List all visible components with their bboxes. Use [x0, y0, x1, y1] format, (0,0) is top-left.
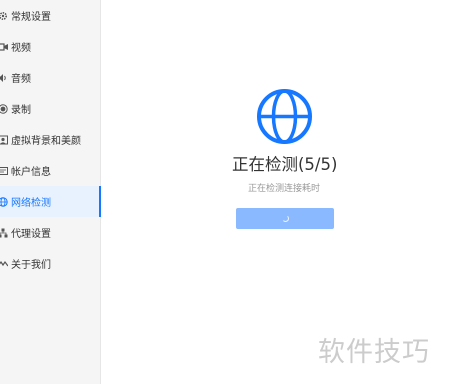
- sidebar-item-proxy[interactable]: 代理设置: [0, 217, 101, 248]
- settings-sidebar: 常规设置 视频 音频 录制 虚拟背景和美颜 帐户信息 网络检测 代理设置 关于我…: [0, 0, 101, 384]
- sidebar-item-label: 视频: [11, 43, 31, 54]
- loading-spinner-icon: [281, 215, 289, 222]
- sidebar-item-label: 虚拟背景和美颜: [11, 136, 81, 147]
- sidebar-item-label: 代理设置: [11, 229, 51, 240]
- sidebar-item-label: 录制: [11, 105, 31, 116]
- sidebar-item-record[interactable]: 录制: [0, 93, 101, 124]
- sidebar-item-network-check[interactable]: 网络检测: [0, 186, 101, 217]
- page-title: 正在检测(5/5): [232, 155, 338, 174]
- globe-icon: [0, 196, 8, 207]
- sidebar-item-about[interactable]: 关于我们: [0, 248, 101, 279]
- proxy-icon: [0, 228, 8, 238]
- background-icon: [0, 135, 8, 145]
- sidebar-item-account[interactable]: 帐户信息: [0, 155, 101, 186]
- sidebar-item-label: 常规设置: [11, 12, 51, 23]
- sidebar-item-label: 网络检测: [11, 198, 51, 209]
- account-icon: [0, 166, 8, 176]
- globe-icon: [257, 89, 312, 144]
- sidebar-item-label: 帐户信息: [11, 167, 51, 178]
- sidebar-item-general[interactable]: 常规设置: [0, 0, 101, 31]
- sidebar-item-virtual-background[interactable]: 虚拟背景和美颜: [0, 124, 101, 155]
- sidebar-item-video[interactable]: 视频: [0, 31, 101, 62]
- speaker-icon: [0, 73, 8, 83]
- checking-progress-button[interactable]: [236, 208, 334, 229]
- watermark: 软件技巧: [318, 337, 430, 368]
- gear-icon: [0, 11, 8, 21]
- record-icon: [0, 103, 8, 114]
- sidebar-item-label: 音频: [11, 74, 31, 85]
- sidebar-item-label: 关于我们: [11, 260, 51, 271]
- video-icon: [0, 42, 8, 52]
- about-icon: [0, 259, 8, 269]
- status-text: 正在检测连接耗时: [248, 184, 321, 194]
- sidebar-item-audio[interactable]: 音频: [0, 62, 101, 93]
